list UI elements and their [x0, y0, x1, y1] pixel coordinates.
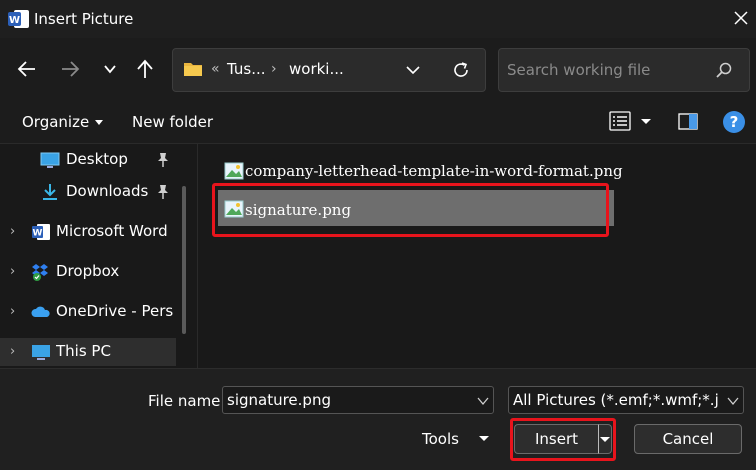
- new-folder-button[interactable]: New folder: [132, 113, 213, 131]
- file-type-value: All Pictures (*.emf;*.wmf;*.jpg;*.j: [513, 391, 719, 409]
- preview-pane-icon[interactable]: [678, 113, 698, 130]
- sidebar-item-label: Desktop: [66, 150, 128, 168]
- pin-icon[interactable]: [156, 152, 170, 168]
- arrow-right-icon: [62, 61, 80, 77]
- overflow-chevron[interactable]: «: [211, 61, 220, 77]
- sidebar-item-downloads[interactable]: Downloads: [0, 178, 176, 206]
- svg-text:W: W: [33, 229, 43, 239]
- forward-button[interactable]: [57, 56, 83, 82]
- file-item-selected[interactable]: signature.png: [218, 190, 614, 226]
- sidebar-item-this-pc[interactable]: › This PC: [0, 338, 176, 366]
- sidebar-item-label: Dropbox: [56, 262, 120, 280]
- sidebar-item-microsoft-word[interactable]: › W Microsoft Word: [0, 218, 176, 246]
- search-box[interactable]: [498, 48, 750, 92]
- file-name: company-letterhead-template-in-word-form…: [245, 162, 623, 180]
- word-icon: W: [32, 224, 50, 240]
- breadcrumb-item[interactable]: Tus...: [227, 60, 266, 78]
- pc-icon: [32, 345, 50, 360]
- arrow-left-icon: [17, 61, 35, 77]
- file-name-field[interactable]: [222, 386, 494, 414]
- help-icon[interactable]: ?: [723, 111, 745, 133]
- sidebar-item-label: This PC: [56, 342, 111, 360]
- svg-text:W: W: [9, 15, 20, 26]
- caret-down-icon: [95, 120, 104, 125]
- image-file-icon: [224, 200, 244, 218]
- pin-icon[interactable]: [156, 184, 170, 200]
- onedrive-icon: [31, 306, 50, 317]
- sidebar-item-onedrive[interactable]: › OneDrive - Perso: [0, 298, 176, 326]
- chevron-down-icon[interactable]: [405, 63, 421, 77]
- window-title: Insert Picture: [34, 10, 134, 28]
- download-icon: [43, 184, 57, 200]
- arrow-up-icon: [137, 59, 153, 78]
- up-button[interactable]: [132, 56, 158, 82]
- close-icon[interactable]: [732, 9, 750, 27]
- organize-label: Organize: [22, 113, 90, 131]
- back-button[interactable]: [14, 56, 40, 82]
- file-name-label: File name:: [148, 392, 226, 410]
- image-file-icon: [224, 162, 244, 180]
- address-bar[interactable]: « Tus... › worki...: [172, 48, 486, 92]
- chevron-down-icon[interactable]: [477, 396, 489, 406]
- sidebar-item-label: Downloads: [66, 182, 149, 200]
- search-icon[interactable]: [715, 61, 733, 79]
- caret-down-icon[interactable]: [641, 119, 651, 124]
- file-name: signature.png: [245, 201, 352, 219]
- breadcrumb-separator[interactable]: ›: [271, 61, 277, 77]
- chevron-right-icon[interactable]: ›: [10, 344, 15, 359]
- caret-down-icon: [600, 436, 610, 442]
- refresh-icon[interactable]: [451, 60, 471, 80]
- folder-icon: [184, 63, 202, 76]
- cancel-button[interactable]: Cancel: [634, 424, 742, 454]
- chevron-right-icon[interactable]: ›: [10, 224, 15, 239]
- file-item[interactable]: company-letterhead-template-in-word-form…: [218, 154, 623, 190]
- search-input[interactable]: [507, 59, 707, 81]
- chevron-down-icon: [104, 65, 116, 74]
- dialog-footer: [0, 368, 756, 470]
- insert-button[interactable]: Insert: [514, 424, 598, 454]
- sidebar-item-desktop[interactable]: Desktop: [0, 146, 176, 174]
- tools-menu[interactable]: Tools: [422, 430, 459, 448]
- sidebar-scrollbar[interactable]: [182, 186, 186, 334]
- file-name-input[interactable]: [227, 390, 463, 410]
- recent-locations-button[interactable]: [97, 56, 123, 82]
- organize-menu[interactable]: Organize: [22, 113, 104, 131]
- sidebar-item-dropbox[interactable]: › Dropbox: [0, 258, 176, 286]
- chevron-down-icon: [727, 397, 739, 406]
- file-type-select[interactable]: All Pictures (*.emf;*.wmf;*.jpg;*.j: [508, 386, 744, 414]
- details-view-icon[interactable]: [609, 111, 631, 131]
- caret-down-icon[interactable]: [479, 436, 489, 441]
- chevron-right-icon[interactable]: ›: [10, 264, 15, 279]
- insert-options-button[interactable]: [598, 424, 612, 454]
- breadcrumb-item[interactable]: worki...: [289, 60, 344, 78]
- dropbox-icon: [32, 264, 48, 281]
- chevron-right-icon[interactable]: ›: [10, 304, 15, 319]
- desktop-icon: [40, 152, 60, 168]
- word-app-icon: W: [8, 10, 29, 28]
- sidebar-item-label: OneDrive - Perso: [56, 302, 174, 320]
- sidebar-item-label: Microsoft Word: [56, 222, 168, 240]
